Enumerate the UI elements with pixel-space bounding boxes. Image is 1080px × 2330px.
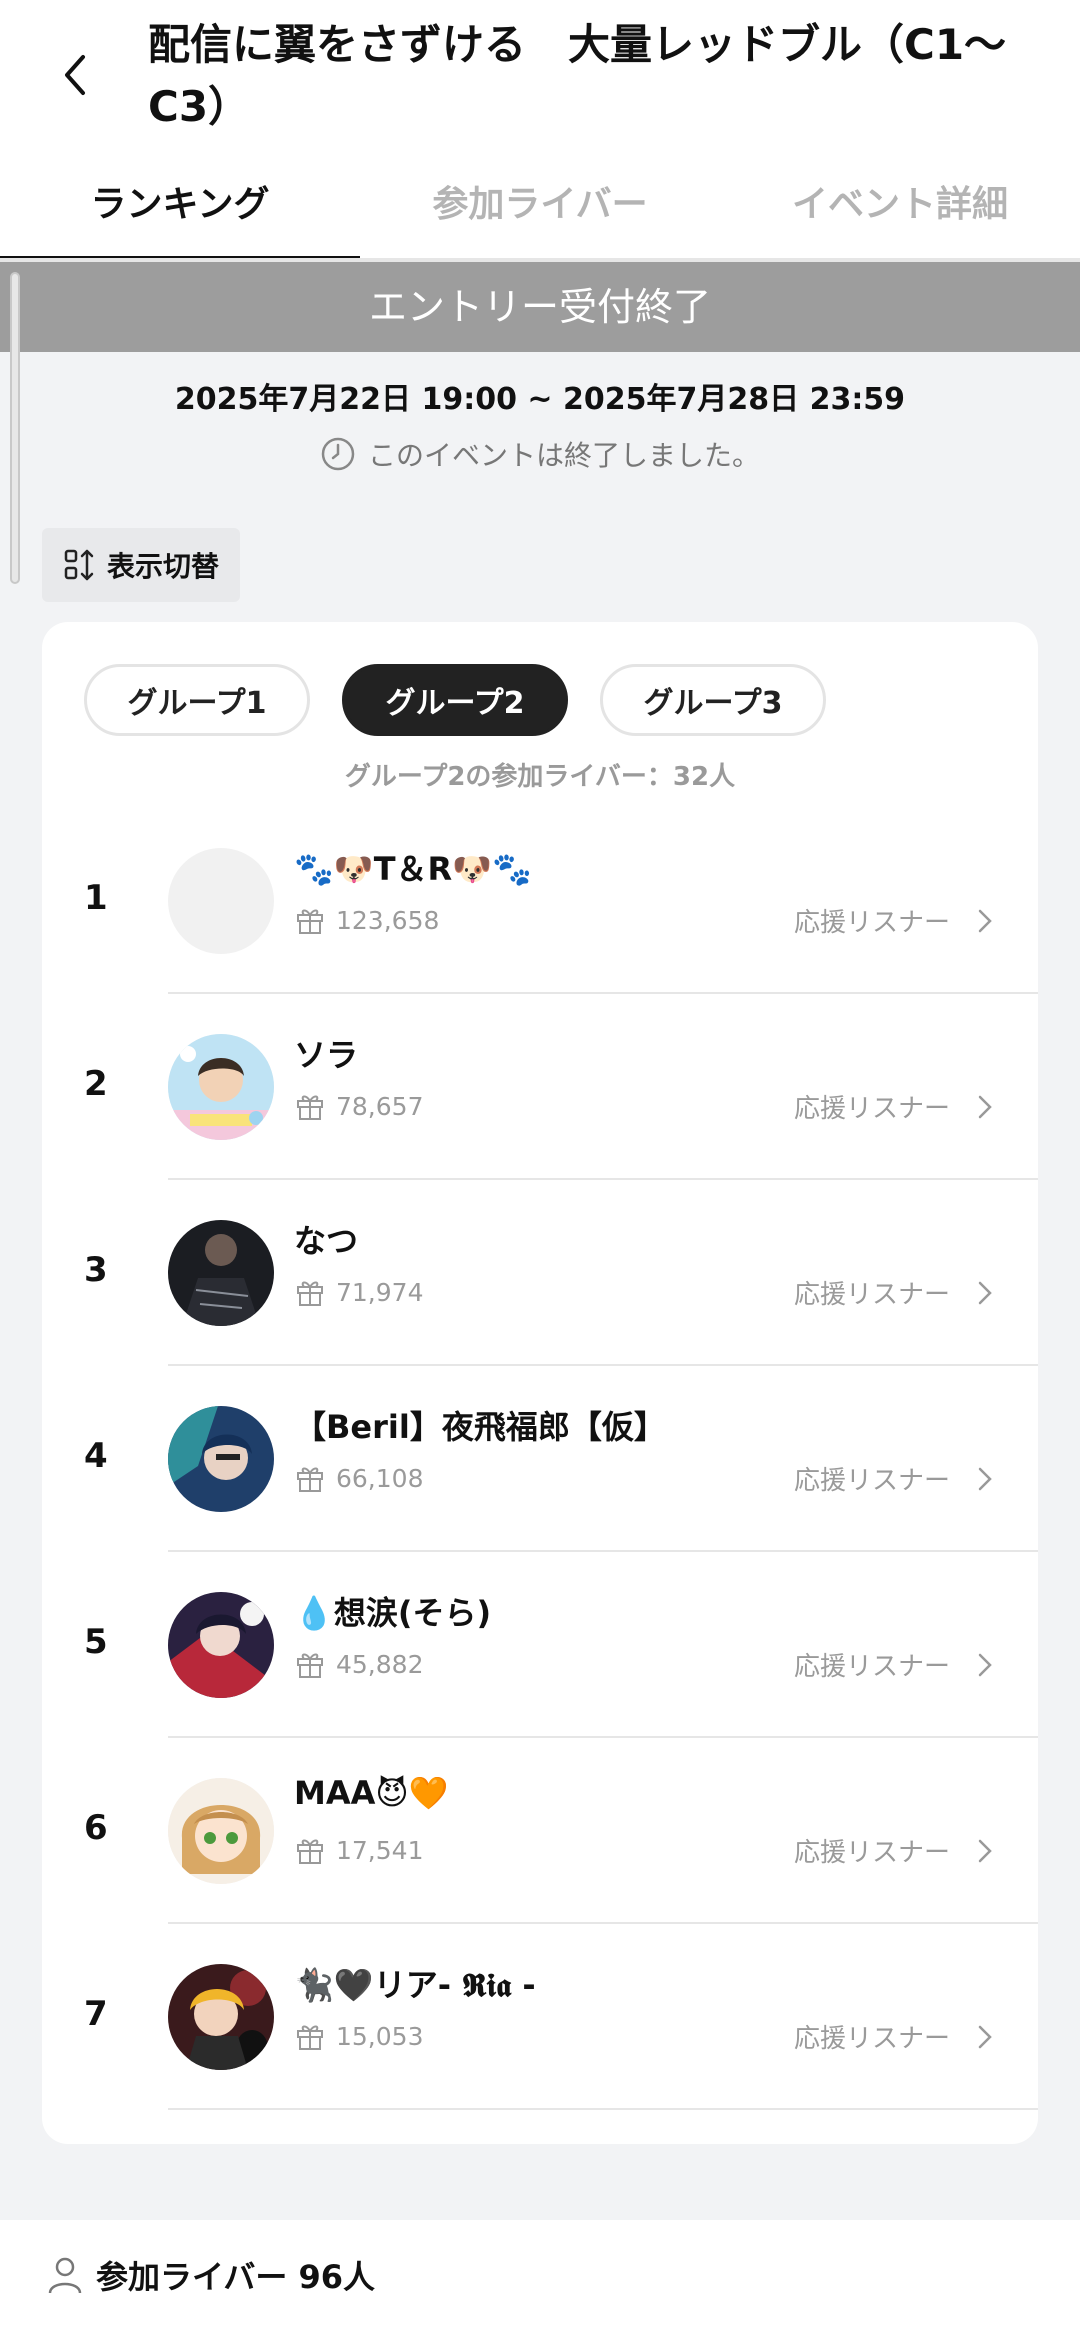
event-period: 2025年7月22日 19:00 ~ 2025年7月28日 23:59 xyxy=(174,382,906,417)
supporters-label: 応援リスナー xyxy=(793,1466,950,1496)
gift-score: 66,108 xyxy=(294,1462,423,1494)
chevron-right-icon xyxy=(978,1281,992,1304)
score-value: 78,657 xyxy=(336,1091,424,1121)
rank-number: 5 xyxy=(84,1622,108,1662)
rank-number: 4 xyxy=(84,1436,108,1476)
supporters-label: 応援リスナー xyxy=(793,908,950,938)
row-divider xyxy=(168,2108,1038,2110)
score-value: 66,108 xyxy=(336,1463,424,1493)
tab-participants[interactable]: 参加ライバー xyxy=(360,170,720,262)
group-selector: グループ1 グループ2 グループ3 xyxy=(84,664,826,736)
ranking-row[interactable]: 1 🐾🐶T＆R🐶🐾 123,658 応援リスナー xyxy=(42,808,1038,994)
supporters-link[interactable]: 応援リスナー xyxy=(794,902,994,939)
header: 配信に翼をさずける 大量レッドブル（C1〜C3） ランキング 参加ライバー イベ… xyxy=(0,0,1080,262)
supporters-label: 応援リスナー xyxy=(793,2024,950,2054)
supporters-link[interactable]: 応援リスナー xyxy=(794,1646,994,1683)
ranking-list: 1 🐾🐶T＆R🐶🐾 123,658 応援リスナー 2 ソラ 78,657 応援リ… xyxy=(42,808,1038,2110)
gift-icon xyxy=(297,1467,323,1492)
score-value: 123,658 xyxy=(336,905,440,935)
ranking-row[interactable]: 6 MAA😈🧡 17,541 応援リスナー xyxy=(42,1738,1038,1924)
gift-score: 78,657 xyxy=(294,1090,423,1122)
gift-icon xyxy=(297,1281,323,1306)
participants-count-label: 参加ライバー 96人 xyxy=(96,2258,376,2296)
score-value: 71,974 xyxy=(336,1277,424,1307)
clock-icon xyxy=(321,437,355,471)
chevron-right-icon xyxy=(978,909,992,932)
scrollbar[interactable] xyxy=(10,272,20,584)
ranking-row[interactable]: 7 🐈‍⬛🖤リア- 𝕽𝖎𝖆 - 15,053 応援リスナー xyxy=(42,1924,1038,2110)
gift-score: 123,658 xyxy=(294,904,439,936)
rank-number: 6 xyxy=(84,1808,108,1848)
view-toggle-label: 表示切替 xyxy=(106,550,219,583)
event-ended-notice: このイベントは終了しました。 xyxy=(0,434,1080,474)
chevron-right-icon xyxy=(978,1839,992,1862)
chevron-right-icon xyxy=(978,2025,992,2048)
participants-footer[interactable]: 参加ライバー 96人 xyxy=(0,2220,1080,2330)
supporters-link[interactable]: 応援リスナー xyxy=(794,1274,994,1311)
ended-text: このイベントは終了しました。 xyxy=(367,439,760,472)
chevron-right-icon xyxy=(978,1653,992,1676)
sort-toggle-icon xyxy=(64,549,94,581)
rank-number: 2 xyxy=(84,1064,108,1104)
person-icon xyxy=(48,2257,82,2294)
liver-name: なつ xyxy=(294,1222,359,1260)
liver-name: 🐾🐶T＆R🐶🐾 xyxy=(294,850,532,888)
liver-name: 💧想涙(そら) xyxy=(294,1594,492,1632)
avatar[interactable] xyxy=(168,1220,274,1326)
rank-number: 1 xyxy=(84,878,108,918)
score-value: 45,882 xyxy=(336,1649,424,1679)
avatar[interactable] xyxy=(168,1592,274,1698)
avatar[interactable] xyxy=(168,1406,274,1512)
liver-name: MAA😈🧡 xyxy=(294,1774,449,1812)
avatar[interactable] xyxy=(168,1778,274,1884)
supporters-link[interactable]: 応援リスナー xyxy=(794,1832,994,1869)
chevron-right-icon xyxy=(978,1467,992,1490)
avatar[interactable] xyxy=(168,1034,274,1140)
ranking-row[interactable]: 4 【Beril】夜飛福郎【仮】 66,108 応援リスナー xyxy=(42,1366,1038,1552)
supporters-label: 応援リスナー xyxy=(793,1280,950,1310)
rank-number: 7 xyxy=(84,1994,108,2034)
score-value: 17,541 xyxy=(336,1835,424,1865)
group-3-button[interactable]: グループ3 xyxy=(600,664,826,736)
supporters-link[interactable]: 応援リスナー xyxy=(794,2018,994,2055)
gift-score: 15,053 xyxy=(294,2020,423,2052)
group-2-button[interactable]: グループ2 xyxy=(342,664,568,736)
supporters-link[interactable]: 応援リスナー xyxy=(794,1460,994,1497)
rank-number: 3 xyxy=(84,1250,108,1290)
ranking-row[interactable]: 3 なつ 71,974 応援リスナー xyxy=(42,1180,1038,1366)
supporters-label: 応援リスナー xyxy=(793,1838,950,1868)
chevron-left-icon xyxy=(65,55,85,95)
back-button[interactable] xyxy=(50,50,100,100)
view-toggle-button[interactable]: 表示切替 xyxy=(42,528,240,602)
ranking-row[interactable]: 2 ソラ 78,657 応援リスナー xyxy=(42,994,1038,1180)
ranking-card: グループ1 グループ2 グループ3 グループ2の参加ライバー：32人 1 🐾🐶T… xyxy=(42,622,1038,2144)
page-title: 配信に翼をさずける 大量レッドブル（C1〜C3） xyxy=(148,20,1007,131)
ranking-row[interactable]: 5 💧想涙(そら) 45,882 応援リスナー xyxy=(42,1552,1038,1738)
gift-score: 45,882 xyxy=(294,1648,423,1680)
liver-name: ソラ xyxy=(294,1036,359,1074)
gift-score: 71,974 xyxy=(294,1276,423,1308)
gift-icon xyxy=(297,909,323,934)
group-participant-count: グループ2の参加ライバー：32人 xyxy=(344,762,736,792)
chevron-right-icon xyxy=(978,1095,992,1118)
tab-ranking[interactable]: ランキング xyxy=(0,170,360,262)
gift-icon xyxy=(297,1095,323,1120)
gift-icon xyxy=(297,2025,323,2050)
avatar[interactable] xyxy=(168,848,274,954)
liver-name: 【Beril】夜飛福郎【仮】 xyxy=(294,1408,666,1446)
supporters-label: 応援リスナー xyxy=(793,1652,950,1682)
group-1-button[interactable]: グループ1 xyxy=(84,664,310,736)
supporters-label: 応援リスナー xyxy=(793,1094,950,1124)
tab-bar: ランキング 参加ライバー イベント詳細 xyxy=(0,170,1080,262)
tab-event-details[interactable]: イベント詳細 xyxy=(720,170,1080,262)
gift-icon xyxy=(297,1839,323,1864)
liver-name: 🐈‍⬛🖤リア- 𝕽𝖎𝖆 - xyxy=(294,1966,536,2004)
gift-score: 17,541 xyxy=(294,1834,423,1866)
supporters-link[interactable]: 応援リスナー xyxy=(794,1088,994,1125)
avatar[interactable] xyxy=(168,1964,274,2070)
status-banner: エントリー受付終了 xyxy=(0,262,1080,352)
score-value: 15,053 xyxy=(336,2021,424,2051)
gift-icon xyxy=(297,1653,323,1678)
